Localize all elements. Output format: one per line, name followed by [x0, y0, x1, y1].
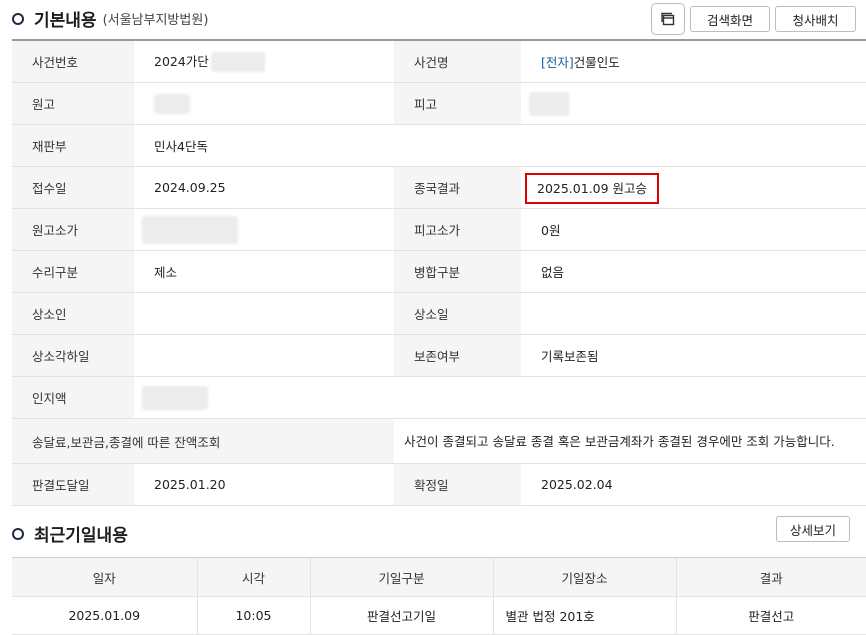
window-button[interactable] [651, 3, 685, 35]
received-value: 2024.09.25 [134, 166, 394, 209]
final-result-label: 종국결과 [394, 166, 521, 209]
table-row: 상소각하일 보존여부 기록보존됨 [12, 334, 866, 377]
balance-label: 송달료,보관금,종결에 따른 잔액조회 [12, 418, 394, 464]
basic-info-table: 사건번호 2024가단 사건명 [전자]건물인도 원고 피고 재판부 민사4단독… [12, 39, 866, 506]
judgment-delivery-value: 2025.01.20 [134, 463, 394, 506]
stamp-label: 인지액 [12, 376, 134, 419]
window-icon [661, 12, 675, 26]
column-header-place: 기일장소 [492, 557, 676, 597]
case-no-value: 2024가단 [134, 39, 394, 83]
basic-section-header: 기본내용 (서울남부지방법원) [12, 6, 208, 31]
case-name-value: [전자]건물인도 [521, 39, 866, 83]
appellant-label: 상소인 [12, 292, 134, 335]
detail-view-button[interactable]: 상세보기 [776, 516, 850, 542]
schedule-result: 판결선고 [675, 596, 866, 635]
electronic-tag-link[interactable]: [전자] [541, 55, 574, 70]
redacted-block [142, 385, 208, 410]
table-row: 상소인 상소일 [12, 292, 866, 335]
defendant-label: 피고 [394, 82, 521, 125]
table-row: 접수일 2024.09.25 종국결과 2025.01.09 원고승 [12, 166, 866, 209]
confirmed-label: 확정일 [394, 463, 521, 506]
final-result-value: 2025.01.09 원고승 [524, 173, 660, 204]
column-header-result: 결과 [675, 557, 866, 597]
preservation-value: 기록보존됨 [521, 334, 866, 377]
court-dept-label: 재판부 [12, 124, 134, 167]
stamp-value [134, 376, 866, 419]
plaintiff-label: 원고 [12, 82, 134, 125]
schedule-table: 일자 시각 기일구분 기일장소 결과 2025.01.09 10:05 판결선고… [12, 557, 866, 635]
case-no-label: 사건번호 [12, 39, 134, 83]
case-no-text: 2024가단 [154, 53, 209, 69]
plaintiff-amount-value [134, 208, 394, 251]
final-result-cell: 2025.01.09 원고승 [521, 166, 866, 209]
redacted-block [154, 93, 190, 114]
defendant-value [521, 82, 866, 125]
case-name-text: 건물인도 [573, 55, 620, 70]
circle-bullet-icon [12, 527, 24, 540]
basic-section-title: 기본내용 [34, 11, 97, 31]
column-header-time: 시각 [196, 557, 310, 597]
appeal-dismiss-value [134, 334, 394, 377]
column-header-date: 일자 [12, 557, 197, 597]
court-name: (서울남부지방법원) [102, 13, 209, 28]
balance-note: 사건이 종결되고 송달료 종결 혹은 보관금계좌가 종결된 경우에만 조회 가능… [394, 418, 866, 464]
schedule-date: 2025.01.09 [12, 596, 197, 635]
merge-label: 병합구분 [394, 250, 521, 293]
table-row: 송달료,보관금,종결에 따른 잔액조회 사건이 종결되고 송달료 종결 혹은 보… [12, 418, 866, 464]
schedule-time: 10:05 [196, 596, 310, 635]
redacted-block [529, 91, 569, 116]
appeal-date-value [521, 292, 866, 335]
search-screen-button[interactable]: 검색화면 [690, 6, 770, 32]
table-header-row: 일자 시각 기일구분 기일장소 결과 [12, 557, 866, 597]
redacted-block [210, 52, 265, 73]
acceptance-label: 수리구분 [12, 250, 134, 293]
confirmed-value: 2025.02.04 [521, 463, 866, 506]
appeal-dismiss-label: 상소각하일 [12, 334, 134, 377]
table-row: 인지액 [12, 376, 866, 419]
table-row: 재판부 민사4단독 [12, 124, 866, 167]
column-header-type: 기일구분 [309, 557, 493, 597]
appellant-value [134, 292, 394, 335]
court-dept-value: 민사4단독 [134, 124, 866, 167]
preservation-label: 보존여부 [394, 334, 521, 377]
circle-bullet-icon [12, 12, 24, 25]
plaintiff-value [134, 82, 394, 125]
merge-value: 없음 [521, 250, 866, 293]
table-row: 수리구분 제소 병합구분 없음 [12, 250, 866, 293]
table-row: 원고소가 피고소가 0원 [12, 208, 866, 251]
case-name-label: 사건명 [394, 39, 521, 83]
schedule-section-title: 최근기일내용 [34, 526, 128, 546]
appeal-date-label: 상소일 [394, 292, 521, 335]
schedule-type: 판결선고기일 [309, 596, 493, 635]
table-row: 원고 피고 [12, 82, 866, 125]
dispatch-button[interactable]: 청사배치 [775, 6, 856, 32]
table-row: 2025.01.09 10:05 판결선고기일 별관 법정 201호 판결선고 [12, 596, 866, 635]
defendant-amount-label: 피고소가 [394, 208, 521, 251]
schedule-place: 별관 법정 201호 [492, 596, 676, 635]
received-label: 접수일 [12, 166, 134, 209]
table-row: 판결도달일 2025.01.20 확정일 2025.02.04 [12, 463, 866, 506]
judgment-delivery-label: 판결도달일 [12, 463, 134, 506]
redacted-block [142, 215, 238, 244]
schedule-section-header: 최근기일내용 [12, 521, 128, 546]
acceptance-value: 제소 [134, 250, 394, 293]
defendant-amount-value: 0원 [521, 208, 866, 251]
plaintiff-amount-label: 원고소가 [12, 208, 134, 251]
table-row: 사건번호 2024가단 사건명 [전자]건물인도 [12, 39, 866, 83]
